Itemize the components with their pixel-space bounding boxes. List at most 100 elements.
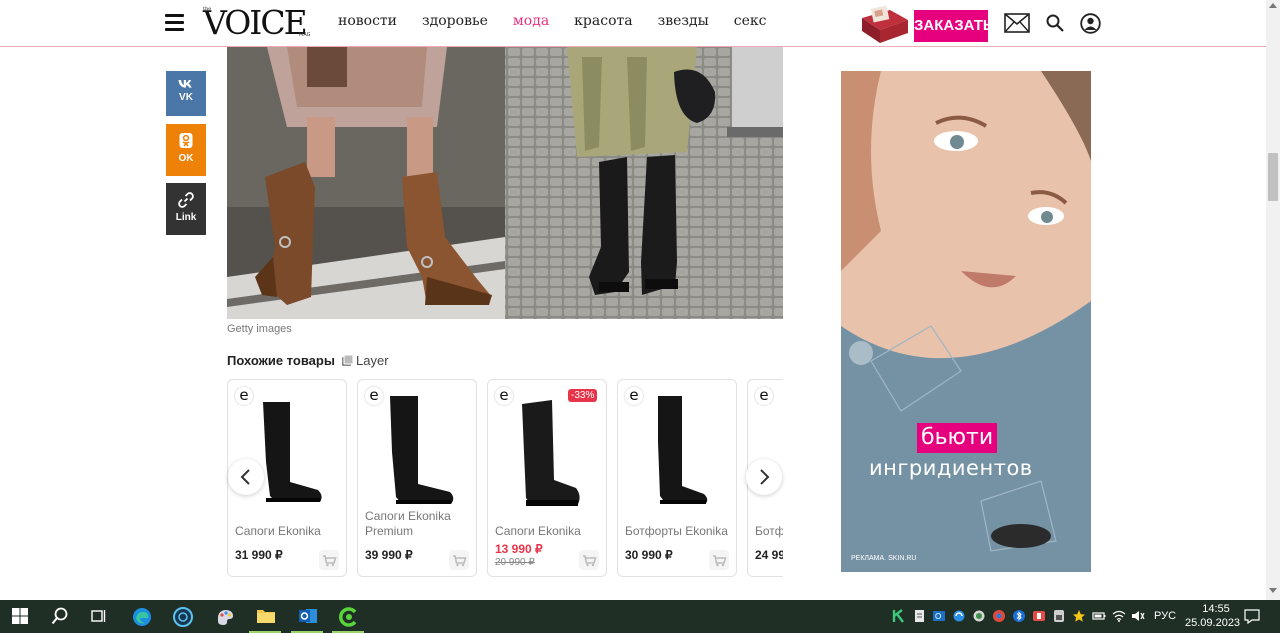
task-view-button[interactable]: [79, 600, 119, 633]
magazine-box-icon: [862, 5, 908, 43]
svg-text:O: O: [935, 612, 941, 621]
search-icon: [51, 607, 68, 625]
similar-products-title: Похожие товары: [227, 353, 335, 368]
outlook-icon: [299, 609, 317, 623]
share-vk-button[interactable]: VK: [166, 71, 206, 116]
product-old-price: 20 990 ₽: [495, 557, 535, 568]
document-icon[interactable]: [912, 609, 926, 623]
share-vk-label: VK: [179, 92, 193, 103]
wifi-icon[interactable]: [1112, 609, 1126, 623]
product-card[interactable]: e Ботфорты Ekonika 30 990 ₽: [617, 379, 737, 577]
folder-icon: [257, 610, 275, 623]
start-button[interactable]: [0, 600, 40, 633]
cart-icon[interactable]: [709, 550, 729, 570]
product-name: Ботфорты Ekonika: [755, 524, 783, 538]
main-nav: новости здоровье мода красота звезды сек…: [338, 13, 792, 29]
chevron-right-icon: [760, 469, 770, 485]
green-c-icon: [339, 607, 357, 627]
nav-item-health[interactable]: здоровье: [422, 13, 488, 29]
scrollbar-thumb[interactable]: [1268, 153, 1278, 201]
input-language[interactable]: РУС: [1154, 610, 1176, 622]
products-carousel: e Сапоги Ekonika 31 990 ₽ e Сапоги Ekoni…: [227, 379, 783, 578]
carousel-prev-button[interactable]: [228, 459, 264, 495]
carousel-next-button[interactable]: [746, 459, 782, 495]
kaspersky-icon[interactable]: [892, 609, 906, 623]
layers-icon: [342, 354, 354, 366]
scroll-up-arrow-icon[interactable]: [1269, 3, 1277, 8]
layer-partner[interactable]: Layer: [341, 353, 389, 368]
product-card[interactable]: e Сапоги Ekonika Premium 39 990 ₽: [357, 379, 477, 577]
order-label: ЗАКАЗАТЬ: [914, 10, 994, 42]
battery-icon[interactable]: [1092, 609, 1106, 623]
globe-icon[interactable]: [972, 609, 986, 623]
logo-text: VOICE: [203, 3, 308, 42]
ad-disclaimer: РЕКЛАМА. SKIN.RU: [851, 555, 917, 562]
outlook-tray-icon[interactable]: O: [932, 609, 946, 623]
edge-icon: [133, 608, 151, 626]
star-icon[interactable]: [1072, 609, 1086, 623]
menu-icon[interactable]: [165, 14, 184, 32]
ad-face-image: [841, 71, 1091, 572]
product-sale-price: 13 990 ₽: [495, 542, 543, 556]
layer-partner-label: Layer: [356, 353, 389, 368]
clock-date[interactable]: 25.09.2023: [1185, 617, 1240, 629]
nav-item-fashion[interactable]: мода: [513, 13, 549, 29]
odnoklassniki-icon: [179, 133, 193, 148]
mail-icon[interactable]: [1004, 13, 1030, 33]
sync-icon[interactable]: [952, 609, 966, 623]
product-name: Ботфорты Ekonika: [625, 524, 728, 538]
product-name: Сапоги Ekonika: [235, 524, 321, 538]
taskbar-app-green[interactable]: [328, 600, 368, 633]
ad-headline: бьюти: [917, 423, 998, 453]
share-ok-button[interactable]: OK: [166, 124, 206, 176]
bluetooth-icon[interactable]: [1012, 609, 1026, 623]
photo-caption: Getty images: [227, 323, 292, 335]
user-icon[interactable]: [1080, 13, 1101, 34]
cart-icon[interactable]: [579, 550, 599, 570]
ad-subheadline: ингридиентов: [869, 456, 1033, 480]
task-view-icon: [91, 610, 106, 622]
volume-icon[interactable]: [1131, 609, 1145, 623]
product-name: Сапоги Ekonika Premium: [365, 509, 451, 538]
nav-item-sex[interactable]: секс: [734, 13, 767, 29]
circle-app-icon: [173, 607, 193, 627]
taskbar-search-button[interactable]: [40, 600, 80, 633]
product-card[interactable]: e -33% Сапоги Ekonika 13 990 ₽ 20 990 ₽: [487, 379, 607, 577]
ad-banner[interactable]: бьюти ингридиентов РЕКЛАМА. SKIN.RU: [841, 71, 1091, 572]
article-photo: [227, 47, 783, 319]
order-magazine-button[interactable]: ЗАКАЗАТЬ: [860, 4, 994, 44]
product-price: 31 990 ₽: [235, 548, 283, 562]
search-icon[interactable]: [1046, 14, 1064, 32]
product-name: Сапоги Ekonika: [495, 524, 581, 538]
chevron-left-icon: [240, 469, 250, 485]
boot-image: [390, 396, 454, 504]
paint-icon: [217, 610, 233, 625]
taskbar-app-outlook[interactable]: [287, 600, 327, 633]
boot-image: [522, 400, 580, 506]
cart-icon[interactable]: [319, 550, 339, 570]
product-price: 39 990 ₽: [365, 548, 413, 562]
site-header: the VOICE MAG новости здоровье мода крас…: [0, 0, 1266, 47]
security-icon[interactable]: [1032, 609, 1046, 623]
page-scrollbar[interactable]: [1266, 0, 1280, 600]
taskbar-app-browser[interactable]: [162, 600, 202, 633]
nav-item-news[interactable]: новости: [338, 13, 397, 29]
windows-logo-icon: [12, 608, 28, 624]
boots-street-photo: [227, 47, 783, 319]
nav-item-beauty[interactable]: красота: [574, 13, 632, 29]
share-ok-label: OK: [178, 153, 194, 164]
copy-link-label: Link: [175, 212, 197, 223]
chrome-tray-icon[interactable]: [992, 609, 1006, 623]
clock-time[interactable]: 14:55: [1196, 603, 1236, 615]
link-icon: [178, 192, 194, 208]
copy-link-button[interactable]: Link: [166, 183, 206, 235]
cart-icon[interactable]: [449, 550, 469, 570]
boot-image: [658, 396, 708, 504]
vpn-icon[interactable]: [1052, 609, 1066, 623]
notification-icon[interactable]: [1244, 608, 1260, 624]
taskbar-app-paint[interactable]: [204, 600, 244, 633]
taskbar-app-explorer[interactable]: [245, 600, 285, 633]
scroll-down-arrow-icon[interactable]: [1269, 588, 1277, 593]
nav-item-stars[interactable]: звезды: [658, 13, 709, 29]
taskbar-app-edge[interactable]: [121, 600, 161, 633]
